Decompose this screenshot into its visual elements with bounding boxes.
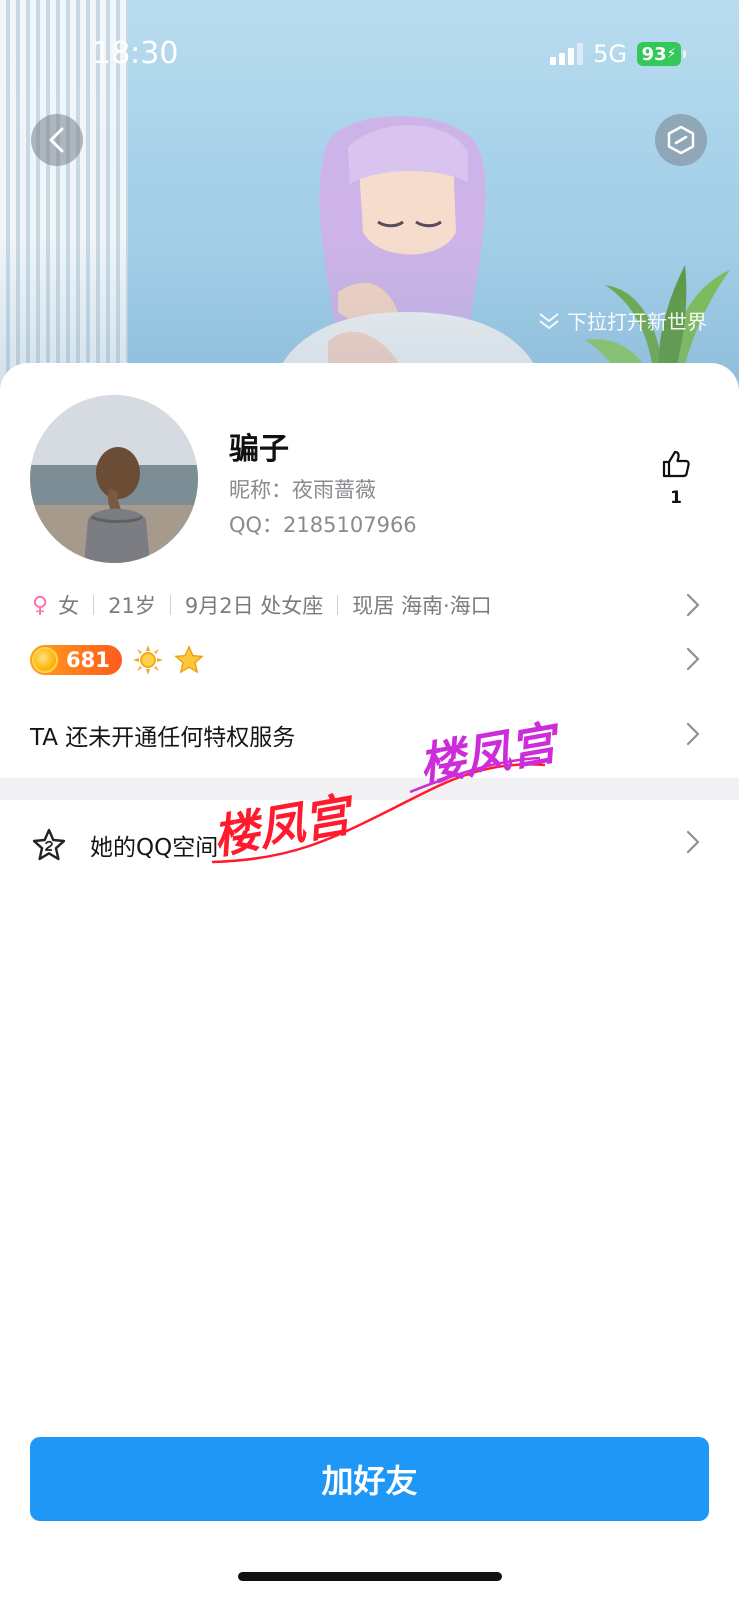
- thumbs-up-icon: [662, 450, 690, 478]
- pull-down-hint[interactable]: 下拉打开新世界: [537, 306, 707, 335]
- more-button[interactable]: [655, 114, 707, 166]
- coin-icon: [32, 647, 58, 673]
- chevron-left-icon: [49, 127, 64, 153]
- star-level-icon: [174, 645, 204, 674]
- female-icon: ♀: [32, 592, 49, 618]
- profile-cover[interactable]: 18:30 5G 93 ⚡ 下拉打开新世界: [0, 0, 739, 395]
- network-type: 5G: [593, 40, 627, 68]
- basic-info-row[interactable]: ♀ 女 21岁 9月2日 处女座 现居 海南·海口: [32, 590, 492, 620]
- profile-name: 骗子: [229, 432, 289, 467]
- status-time: 18:30: [92, 36, 179, 71]
- level-row[interactable]: 681: [30, 644, 204, 676]
- pull-hint-label: 下拉打开新世界: [567, 310, 707, 334]
- separator: [169, 595, 171, 615]
- home-indicator[interactable]: [238, 1572, 502, 1581]
- chevron-right-icon[interactable]: [683, 720, 703, 748]
- chevron-right-icon[interactable]: [683, 645, 703, 673]
- birthday-text: 9月2日 处女座: [184, 594, 324, 618]
- double-chevron-down-icon: [539, 312, 559, 329]
- hexagon-icon: [667, 125, 695, 155]
- add-friend-button[interactable]: 加好友: [30, 1437, 709, 1521]
- age-text: 21岁: [108, 594, 156, 618]
- profile-nickname: 昵称：夜雨蔷薇: [229, 478, 376, 502]
- qq-zone-row[interactable]: 她的QQ空间: [32, 828, 218, 862]
- qq-zone-label: 她的QQ空间: [90, 835, 219, 861]
- avatar-photo: [30, 395, 198, 563]
- battery-icon: 93 ⚡: [637, 42, 686, 66]
- back-button[interactable]: [31, 114, 83, 166]
- level-badge: 681: [30, 645, 122, 675]
- avatar[interactable]: [30, 395, 198, 563]
- profile-qq-number: QQ：2185107966: [229, 513, 417, 537]
- like-count: 1: [670, 488, 682, 508]
- location-text: 现居 海南·海口: [352, 594, 492, 618]
- battery-level: 93: [641, 43, 667, 65]
- status-indicators: 5G 93 ⚡: [550, 40, 686, 68]
- gender-text: 女: [58, 594, 80, 618]
- separator: [93, 595, 95, 615]
- level-value: 681: [66, 648, 110, 672]
- sun-icon: [133, 645, 163, 675]
- signal-icon: [550, 43, 584, 65]
- chevron-right-icon[interactable]: [683, 591, 703, 619]
- separator: [337, 595, 339, 615]
- qzone-star-icon: [32, 828, 66, 861]
- chevron-right-icon[interactable]: [683, 828, 703, 856]
- like-button[interactable]: 1: [655, 448, 697, 508]
